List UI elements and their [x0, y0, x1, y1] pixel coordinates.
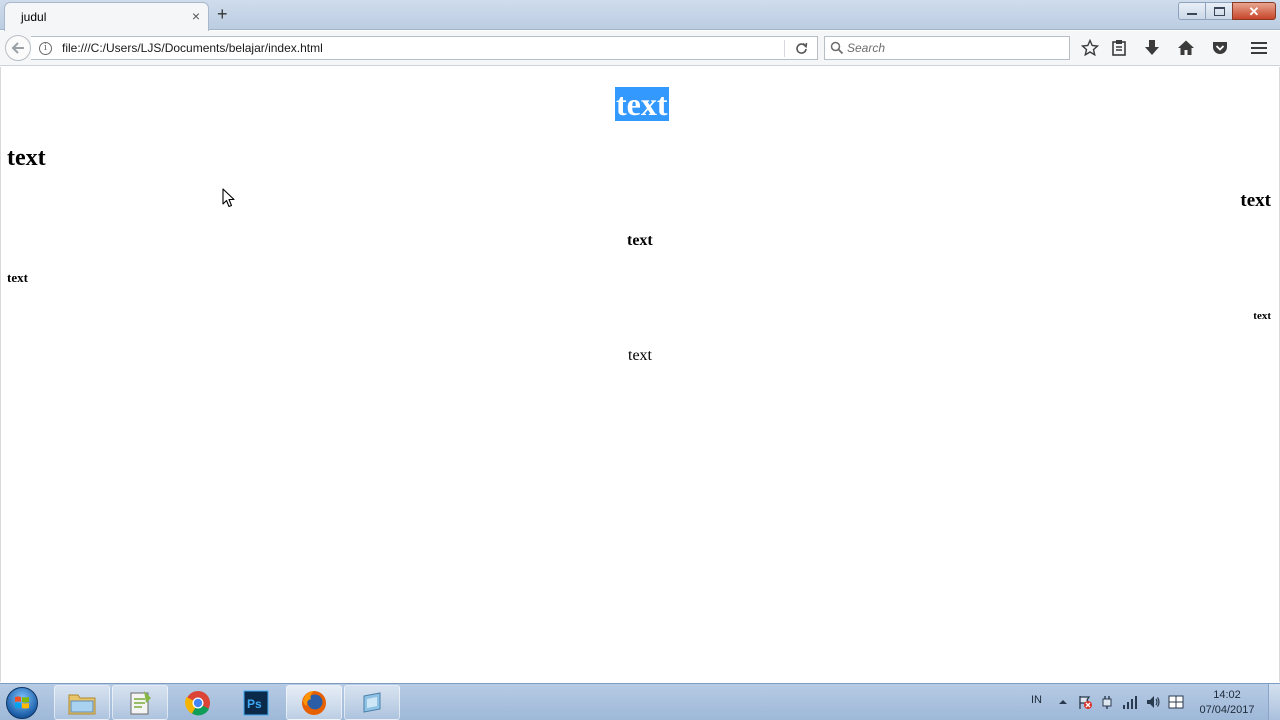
windows-taskbar: Ps IN 14:02 07/04/2017 [0, 683, 1280, 720]
download-arrow-icon [1145, 40, 1159, 55]
window-controls: ✕ [1178, 2, 1276, 20]
signal-bars-icon [1123, 696, 1137, 709]
browser-tab[interactable]: judul × [4, 2, 209, 31]
clipboard-icon [1112, 40, 1126, 56]
close-window-button[interactable]: ✕ [1232, 2, 1276, 20]
search-icon [830, 41, 844, 55]
bookmark-star-button[interactable] [1078, 37, 1102, 59]
windows-flag-icon [1168, 695, 1184, 709]
pocket-icon [1213, 42, 1227, 54]
taskbar-windows-explorer[interactable] [54, 685, 110, 720]
clock-time: 14:02 [1213, 689, 1241, 701]
search-bar[interactable] [824, 36, 1070, 60]
svg-text:Ps: Ps [247, 697, 262, 711]
tab-title: judul [21, 10, 47, 24]
show-hidden-icons-button[interactable] [1055, 694, 1071, 710]
minimize-button[interactable] [1178, 2, 1206, 20]
minimize-icon [1187, 13, 1197, 15]
reload-icon [795, 42, 807, 54]
heading-1: text [615, 86, 669, 122]
restore-icon [1213, 6, 1225, 16]
address-bar[interactable]: i file:///C:/Users/LJS/Documents/belajar… [31, 36, 818, 60]
taskbar-notepad-plus[interactable] [112, 685, 168, 720]
heading-5: text [7, 270, 28, 285]
paragraph: text [628, 347, 652, 364]
reload-button[interactable] [791, 38, 811, 58]
heading-2: text [7, 145, 46, 171]
home-button[interactable] [1174, 37, 1198, 59]
chrome-icon [185, 690, 210, 715]
back-button[interactable] [5, 35, 31, 61]
show-desktop-button[interactable] [1268, 684, 1280, 720]
chevron-up-icon [1059, 700, 1067, 704]
star-icon [1081, 39, 1099, 57]
photoshop-icon: Ps [243, 690, 269, 715]
close-icon: ✕ [1248, 3, 1260, 19]
language-indicator[interactable]: IN [1031, 694, 1042, 706]
navigation-toolbar: i file:///C:/Users/LJS/Documents/belajar… [0, 31, 1280, 66]
notepad-icon [130, 690, 151, 714]
windows-logo-icon [6, 686, 38, 719]
tab-close-icon[interactable]: × [192, 8, 200, 24]
address-bar-divider [784, 40, 785, 57]
hamburger-menu-icon [1251, 42, 1267, 54]
tray-volume[interactable] [1145, 694, 1161, 710]
firefox-icon [302, 690, 326, 715]
clock-date: 07/04/2017 [1199, 704, 1255, 716]
search-input[interactable] [847, 39, 1065, 57]
folder-icon [68, 694, 96, 714]
downloads-button[interactable] [1140, 37, 1164, 59]
taskbar-google-chrome[interactable] [170, 685, 226, 720]
url-text[interactable]: file:///C:/Users/LJS/Documents/belajar/i… [62, 41, 323, 55]
system-clock[interactable]: 14:02 07/04/2017 [1194, 688, 1260, 718]
heading-3: text [1240, 190, 1271, 211]
taskbar-firefox[interactable] [286, 685, 342, 720]
taskbar-photoshop[interactable]: Ps [228, 685, 284, 720]
mouse-pointer-icon [222, 188, 235, 208]
start-button[interactable] [2, 684, 42, 720]
tray-power[interactable] [1099, 694, 1115, 710]
tray-network[interactable] [1122, 694, 1138, 710]
back-arrow-icon [11, 42, 24, 54]
heading-4: text [627, 232, 653, 249]
new-tab-button[interactable]: + [217, 4, 228, 24]
tray-windows[interactable] [1168, 694, 1184, 710]
heading-6: text [1253, 310, 1271, 322]
action-center-flag-icon [1079, 696, 1092, 709]
pocket-button[interactable] [1208, 37, 1232, 59]
speaker-icon [1147, 696, 1160, 708]
restore-button[interactable] [1205, 2, 1233, 20]
bookmarks-menu-button[interactable] [1107, 37, 1131, 59]
taskbar-window-switcher[interactable] [344, 685, 400, 720]
page-content: text text text text text text text [0, 67, 1280, 682]
open-menu-button[interactable] [1247, 37, 1271, 59]
tray-action-center[interactable] [1077, 694, 1093, 710]
title-bar: judul × + ✕ [0, 0, 1280, 31]
site-info-icon[interactable]: i [39, 42, 52, 55]
home-icon [1178, 40, 1194, 55]
window-switcher-icon [363, 691, 381, 713]
power-plug-icon [1102, 696, 1112, 709]
